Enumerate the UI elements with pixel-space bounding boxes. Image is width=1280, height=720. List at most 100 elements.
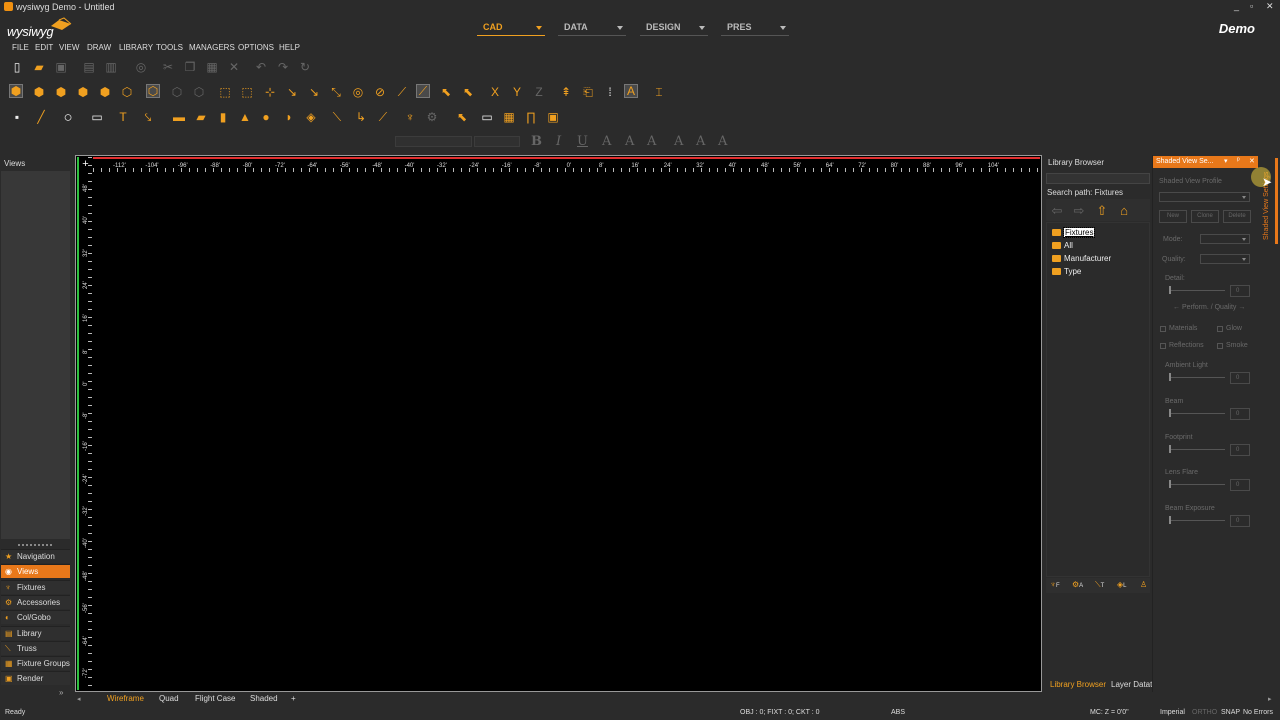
wire-cube-3-icon[interactable]: ⬡ <box>192 85 206 99</box>
wire-cube-icon[interactable]: ⬡ <box>146 84 160 98</box>
tube-icon[interactable]: ▰ <box>194 110 208 124</box>
arc-icon[interactable]: ↳ <box>354 110 368 124</box>
panel-menu-icon[interactable]: ▾ <box>1224 157 1228 165</box>
menu-draw[interactable]: DRAW <box>87 43 111 52</box>
new-file-icon[interactable]: ▯ <box>10 60 24 74</box>
tab-quad[interactable]: Quad <box>159 694 179 703</box>
ambient-light-value[interactable]: 0 <box>1230 372 1250 384</box>
menu-managers[interactable]: MANAGERS <box>189 43 235 52</box>
tab-scroll-left-icon[interactable]: ◂ <box>77 695 81 703</box>
close-window-button[interactable]: ✕ <box>1266 1 1274 12</box>
status-snap[interactable]: SNAP <box>1221 709 1240 716</box>
grid-icon[interactable]: ⁞ <box>603 85 617 99</box>
multi-select-icon[interactable]: ⬉ <box>461 85 475 99</box>
new-profile-button[interactable]: New <box>1159 210 1187 223</box>
dimension-icon[interactable]: ⌶ <box>652 85 666 99</box>
measure-icon[interactable]: ⟋ <box>395 85 409 99</box>
valign-middle-button[interactable]: A <box>696 134 705 149</box>
refresh-icon[interactable]: ↻ <box>298 60 312 74</box>
pointer-icon[interactable]: ⬉ <box>439 85 453 99</box>
sphere-icon[interactable]: ● <box>259 110 273 124</box>
accessory-filter-icon[interactable]: ⚙A <box>1072 580 1083 589</box>
lens-flare-slider[interactable] <box>1169 480 1225 490</box>
tab-shaded[interactable]: Shaded <box>250 694 278 703</box>
glow-checkbox[interactable] <box>1217 326 1223 332</box>
line-icon[interactable]: ╱ <box>34 110 48 124</box>
cone-icon[interactable]: ▲ <box>238 110 252 124</box>
pin-icon[interactable]: ᵖ <box>1237 157 1240 164</box>
cube-front-icon[interactable]: ⬢ <box>9 84 23 98</box>
rectangle-icon[interactable]: ▭ <box>90 110 104 124</box>
point-icon[interactable]: ▪ <box>10 110 24 124</box>
up-arrow-icon[interactable]: ⇧ <box>1095 203 1109 217</box>
italic-button[interactable]: I <box>556 134 561 149</box>
y-axis-icon[interactable]: Y <box>510 85 524 99</box>
expand-arrow-icon[interactable]: » <box>59 688 63 697</box>
cube-side-icon[interactable]: ⬢ <box>32 85 46 99</box>
arch-icon[interactable]: ∏ <box>524 110 538 124</box>
sidebar-item-accessories[interactable]: ⚙ Accessories <box>1 594 70 609</box>
text-icon[interactable]: T <box>116 110 130 124</box>
menu-options[interactable]: OPTIONS <box>238 43 274 52</box>
reflections-checkbox[interactable] <box>1160 343 1166 349</box>
align-center-button[interactable]: A <box>625 134 634 149</box>
rotate-icon[interactable]: ⎗ <box>581 85 595 99</box>
font-size-select[interactable] <box>474 136 520 147</box>
select-box-2-icon[interactable]: ⬚ <box>240 85 254 99</box>
tree-item-all[interactable]: All <box>1052 241 1073 250</box>
print-icon[interactable]: ▥ <box>104 60 118 74</box>
tab-flight-case[interactable]: Flight Case <box>195 694 235 703</box>
move-icon[interactable]: ↘ <box>285 85 299 99</box>
mode-tab-design[interactable]: DESIGN <box>640 22 708 36</box>
lamp-filter-icon[interactable]: ◈L <box>1117 580 1127 589</box>
align-right-button[interactable]: A <box>647 134 656 149</box>
tree-item-type[interactable]: Type <box>1052 267 1081 276</box>
close-icon[interactable]: ✕ <box>1249 157 1255 165</box>
screen-icon[interactable]: ▭ <box>480 110 494 124</box>
minimize-button[interactable]: _ <box>1234 1 1239 11</box>
cad-viewport[interactable] <box>75 155 1042 692</box>
sidebar-item-col-gobo[interactable]: ◐ Col/Gobo <box>1 610 70 625</box>
footprint-slider[interactable] <box>1169 444 1225 455</box>
add-tab-button[interactable]: + <box>291 694 296 703</box>
ambient-light-slider[interactable] <box>1169 373 1225 383</box>
sidebar-item-views[interactable]: ◉ Views <box>1 564 70 579</box>
sidebar-item-fixture-groups[interactable]: ▦ Fixture Groups <box>1 656 70 671</box>
fixture-filter-icon[interactable]: ♆F <box>1050 580 1060 589</box>
pattern-icon[interactable]: ▦ <box>502 110 516 124</box>
save-as-icon[interactable]: ▤ <box>82 60 96 74</box>
eraser-icon[interactable]: ◈ <box>304 110 318 124</box>
detail-slider[interactable] <box>1169 286 1225 296</box>
lamp-icon[interactable]: ⟍ <box>330 110 344 124</box>
beam-exposure-slider[interactable] <box>1169 516 1225 526</box>
cut-icon[interactable]: ✂ <box>161 60 175 74</box>
truss-filter-icon[interactable]: ⟍T <box>1095 580 1104 590</box>
ruler-origin-icon[interactable]: + <box>79 157 92 172</box>
mode-tab-cad[interactable]: CAD <box>477 22 545 36</box>
panel-resize-grip[interactable] <box>18 544 52 546</box>
menu-file[interactable]: FILE <box>12 43 29 52</box>
beam-exposure-value[interactable]: 0 <box>1230 515 1250 528</box>
beam-slider[interactable] <box>1169 408 1225 419</box>
bold-button[interactable]: B <box>531 134 542 149</box>
scale-icon[interactable]: ⤡ <box>329 85 343 99</box>
bolt-icon[interactable]: ⚙ <box>425 110 439 124</box>
person-filter-icon[interactable]: ♙ <box>1140 580 1147 589</box>
mode-tab-pres[interactable]: PRES <box>721 22 789 36</box>
cylinder-icon[interactable]: ▮ <box>216 110 230 124</box>
cube-open-icon[interactable]: ⬡ <box>120 85 134 99</box>
light-tool-icon[interactable]: ⬉ <box>455 110 469 124</box>
mode-select[interactable] <box>1200 234 1250 244</box>
sidebar-item-render[interactable]: ▣ Render <box>1 671 70 686</box>
menu-edit[interactable]: EDIT <box>35 43 53 52</box>
print-preview-icon[interactable]: ◎ <box>134 60 148 74</box>
paste-icon[interactable]: ▦ <box>205 60 219 74</box>
sidebar-item-library[interactable]: ▤ Library <box>1 625 70 640</box>
text-tool-icon[interactable]: A <box>624 84 638 98</box>
save-icon[interactable]: ▣ <box>54 60 68 74</box>
sidebar-item-fixtures[interactable]: ♆ Fixtures <box>1 579 70 594</box>
font-family-select[interactable] <box>395 136 472 147</box>
tab-layer-data[interactable]: Layer Datat <box>1111 680 1152 689</box>
circle-icon[interactable]: ○ <box>61 110 75 125</box>
lens-flare-value[interactable]: 0 <box>1230 479 1250 492</box>
